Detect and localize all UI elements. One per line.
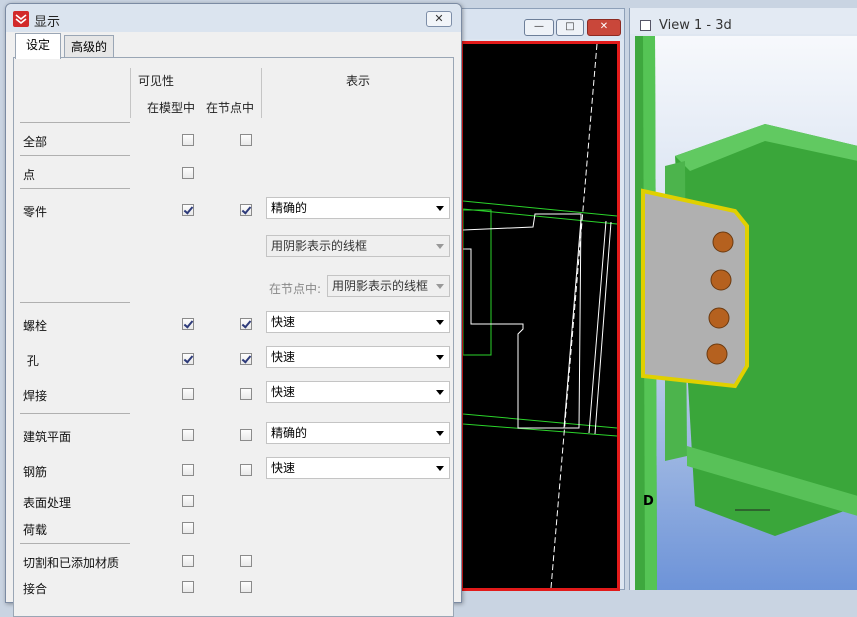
- rebar-model-checkbox[interactable]: [182, 464, 194, 476]
- group-divider: [20, 188, 130, 189]
- dropdown-arrow-icon: [436, 431, 444, 436]
- dropdown-arrow-icon: [436, 320, 444, 325]
- holes-node-checkbox[interactable]: [240, 353, 252, 365]
- all-node-checkbox[interactable]: [240, 134, 252, 146]
- row-label-parts: 零件: [23, 205, 48, 219]
- dialog-titlebar[interactable]: [6, 4, 461, 32]
- points-model-checkbox[interactable]: [182, 167, 194, 179]
- row-label-holes: 孔: [23, 354, 39, 368]
- holes-display-select[interactable]: 快速: [266, 346, 450, 368]
- dialog-title: 显示: [34, 15, 61, 30]
- rebar-node-checkbox[interactable]: [240, 464, 252, 476]
- group-divider: [20, 543, 130, 544]
- row-label-points: 点: [23, 168, 36, 182]
- dropdown-arrow-icon: [436, 355, 444, 360]
- select-value: 快速: [271, 461, 296, 475]
- view-window-icon: [640, 20, 651, 31]
- select-value: 快速: [271, 315, 296, 329]
- cuts-node-checkbox[interactable]: [240, 555, 252, 567]
- row-label-bolts: 螺栓: [23, 319, 48, 333]
- dropdown-arrow-icon: [436, 244, 444, 249]
- representation-header: 表示: [346, 74, 371, 88]
- holes-model-checkbox[interactable]: [182, 353, 194, 365]
- app-logo-icon: [13, 11, 29, 27]
- surface-model-checkbox[interactable]: [182, 495, 194, 507]
- grid-model-checkbox[interactable]: [182, 429, 194, 441]
- grid-node-checkbox[interactable]: [240, 429, 252, 441]
- parts-node-display-select[interactable]: 用阴影表示的线框: [327, 275, 450, 297]
- parts-shading-select[interactable]: 用阴影表示的线框: [266, 235, 450, 257]
- dropdown-arrow-icon: [436, 466, 444, 471]
- parts-model-checkbox[interactable]: [182, 204, 194, 216]
- row-label-loads: 荷载: [23, 523, 48, 537]
- group-divider: [20, 413, 130, 414]
- connections-node-checkbox[interactable]: [240, 581, 252, 593]
- tab-settings[interactable]: 设定: [15, 33, 61, 59]
- column-divider: [130, 68, 131, 118]
- connections-model-checkbox[interactable]: [182, 581, 194, 593]
- view-2d-window[interactable]: — □ ✕: [455, 8, 625, 591]
- select-value: 用阴影表示的线框: [271, 239, 368, 253]
- select-value: 快速: [271, 350, 296, 364]
- select-value: 快速: [271, 385, 296, 399]
- all-model-checkbox[interactable]: [182, 134, 194, 146]
- dropdown-arrow-icon: [436, 284, 444, 289]
- row-label-surface: 表面处理: [23, 496, 72, 510]
- visibility-header: 可见性: [138, 74, 175, 88]
- group-divider: [20, 302, 130, 303]
- dropdown-arrow-icon: [436, 206, 444, 211]
- tab-advanced[interactable]: 高级的: [64, 35, 114, 59]
- bolts-model-checkbox[interactable]: [182, 318, 194, 330]
- view-3d-title: View 1 - 3d: [659, 18, 732, 33]
- display-dialog[interactable]: 显示 ✕ 设定 高级的 可见性 在模型中 在节点中 表示 全部 点 零件 精确的…: [5, 3, 462, 617]
- wireframe-drawing: [462, 43, 618, 589]
- settings-panel: 可见性 在模型中 在节点中 表示 全部 点 零件 精确的 用阴影表示的线框 在节…: [13, 57, 454, 617]
- rebar-display-select[interactable]: 快速: [266, 457, 450, 479]
- axis-label: D: [643, 494, 654, 509]
- group-divider: [20, 122, 130, 123]
- grid-display-select[interactable]: 精确的: [266, 422, 450, 444]
- row-label-all: 全部: [23, 135, 48, 149]
- row-label-grid: 建筑平面: [23, 430, 72, 444]
- cuts-model-checkbox[interactable]: [182, 555, 194, 567]
- bolts-display-select[interactable]: 快速: [266, 311, 450, 333]
- parts-node-checkbox[interactable]: [240, 204, 252, 216]
- column-divider: [261, 68, 262, 118]
- in-model-header: 在模型中: [147, 101, 196, 115]
- row-label-welds: 焊接: [23, 389, 48, 403]
- row-label-cuts: 切割和已添加材质: [23, 556, 120, 570]
- close-view-button[interactable]: ✕: [587, 19, 621, 36]
- in-node-header: 在节点中: [206, 101, 255, 115]
- view-3d-window[interactable]: View 1 - 3d D: [629, 8, 857, 590]
- minimize-button[interactable]: —: [524, 19, 554, 36]
- select-value: 用阴影表示的线框: [332, 279, 429, 293]
- view-3d-canvas[interactable]: D: [635, 36, 857, 590]
- loads-model-checkbox[interactable]: [182, 522, 194, 534]
- row-label-rebar: 钢筋: [23, 465, 48, 479]
- select-value: 精确的: [271, 426, 308, 440]
- welds-display-select[interactable]: 快速: [266, 381, 450, 403]
- dialog-close-button[interactable]: ✕: [426, 11, 452, 27]
- row-label-connections: 接合: [23, 582, 48, 596]
- parts-display-select[interactable]: 精确的: [266, 197, 450, 219]
- model-render: [635, 36, 857, 590]
- group-divider: [20, 155, 130, 156]
- view-2d-canvas[interactable]: [460, 41, 620, 591]
- dropdown-arrow-icon: [436, 390, 444, 395]
- welds-node-checkbox[interactable]: [240, 388, 252, 400]
- maximize-button[interactable]: □: [556, 19, 584, 36]
- in-node-label: 在节点中:: [269, 282, 322, 296]
- select-value: 精确的: [271, 201, 308, 215]
- bolts-node-checkbox[interactable]: [240, 318, 252, 330]
- welds-model-checkbox[interactable]: [182, 388, 194, 400]
